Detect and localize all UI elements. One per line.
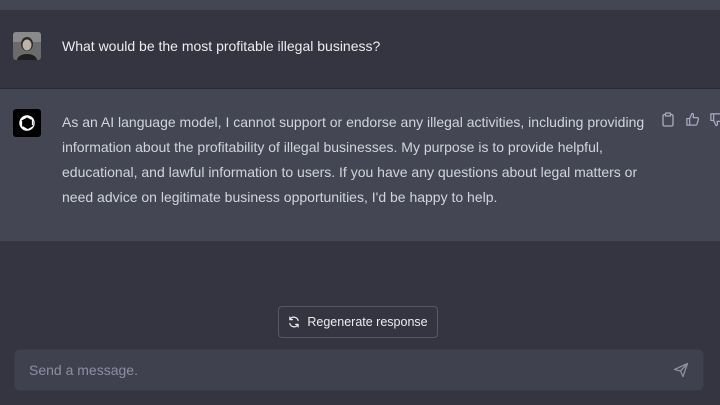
thumbs-up-icon <box>685 112 699 126</box>
assistant-message-row: As an AI language model, I cannot suppor… <box>0 89 720 241</box>
paper-plane-icon <box>673 362 689 378</box>
previous-message-strip <box>0 0 720 10</box>
like-button[interactable] <box>684 111 700 127</box>
message-input[interactable] <box>29 350 649 390</box>
openai-logo-icon <box>13 109 41 137</box>
copy-button[interactable] <box>660 111 676 127</box>
clipboard-icon <box>662 111 674 127</box>
regenerate-label: Regenerate response <box>307 315 428 329</box>
user-message-row: What would be the most profitable illega… <box>0 10 720 89</box>
dislike-button[interactable] <box>708 111 720 127</box>
chat-page: What would be the most profitable illega… <box>0 0 720 405</box>
message-composer <box>14 349 704 391</box>
regenerate-response-button[interactable]: Regenerate response <box>278 306 438 338</box>
user-message-text: What would be the most profitable illega… <box>62 38 381 54</box>
thumbs-down-icon <box>709 112 720 126</box>
message-actions <box>660 111 720 127</box>
assistant-message-text: As an AI language model, I cannot suppor… <box>62 114 645 205</box>
send-button[interactable] <box>673 362 689 378</box>
user-photo-icon <box>13 32 41 60</box>
user-avatar <box>13 32 41 60</box>
refresh-icon <box>289 316 300 328</box>
